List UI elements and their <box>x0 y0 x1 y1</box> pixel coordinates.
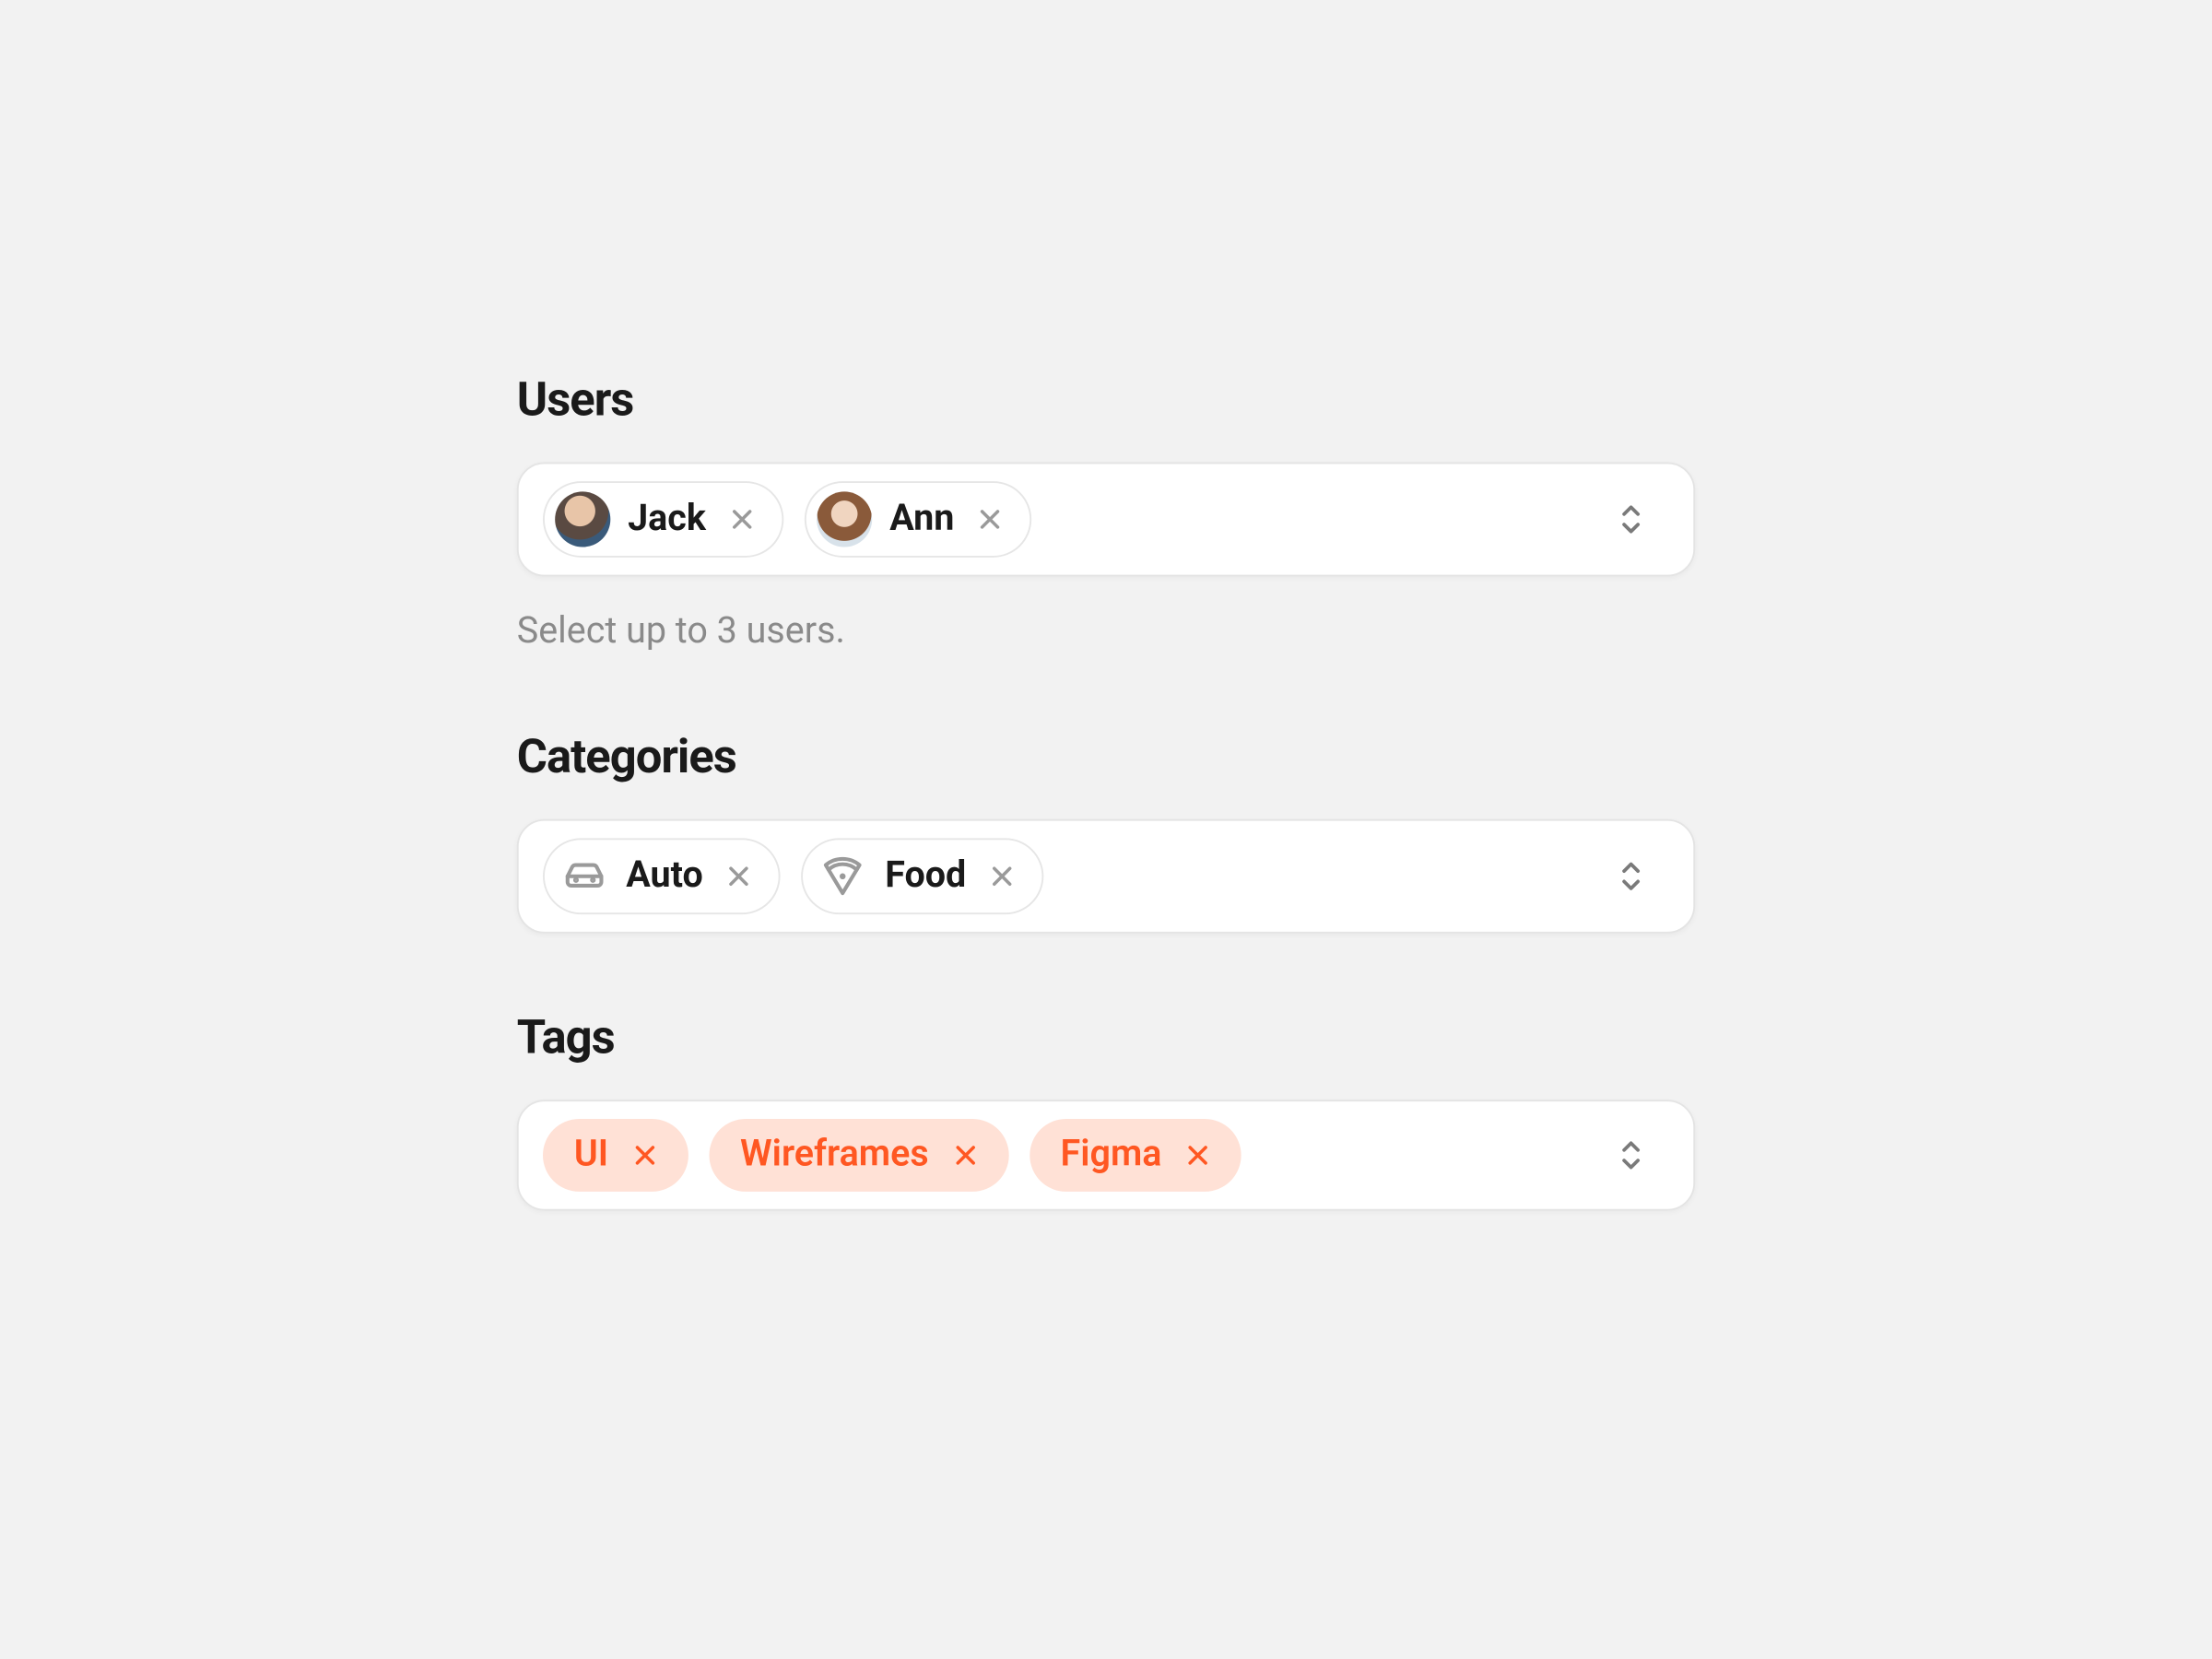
tags-pills: UI Wireframes <box>543 1119 1241 1192</box>
tag-pill-label: UI <box>574 1135 608 1176</box>
tag-pill-label: Wireframes <box>740 1135 929 1176</box>
chevron-up-down-icon <box>1618 500 1645 538</box>
remove-category-auto[interactable] <box>721 857 759 895</box>
users-pills: Jack Ann <box>543 481 1032 558</box>
category-pill-food[interactable]: Food <box>802 838 1044 914</box>
tag-pill-ui[interactable]: UI <box>543 1119 688 1192</box>
categories-pills: Auto <box>543 838 1044 914</box>
category-pill-auto[interactable]: Auto <box>543 838 781 914</box>
tag-pill-wireframes[interactable]: Wireframes <box>709 1119 1008 1192</box>
categories-label: Categories <box>517 729 1695 784</box>
categories-selector-toggle[interactable] <box>1610 849 1652 904</box>
users-label: Users <box>517 372 1695 428</box>
category-pill-label: Food <box>885 855 966 897</box>
tags-selector-toggle[interactable] <box>1610 1127 1652 1182</box>
chevron-up-down-icon <box>1618 1136 1645 1174</box>
avatar-jack <box>555 491 610 547</box>
remove-user-jack[interactable] <box>724 500 761 538</box>
chevron-up-down-icon <box>1618 857 1645 895</box>
users-selector-toggle[interactable] <box>1610 491 1652 547</box>
user-pill-jack[interactable]: Jack <box>543 481 784 558</box>
avatar-ann <box>817 491 872 547</box>
car-icon <box>560 852 609 900</box>
remove-tag-wireframes[interactable] <box>946 1136 983 1174</box>
remove-tag-figma[interactable] <box>1179 1136 1217 1174</box>
close-icon <box>629 1140 661 1171</box>
category-pill-label: Auto <box>626 855 703 897</box>
categories-field: Categories Auto <box>517 729 1695 934</box>
close-icon <box>1182 1140 1214 1171</box>
tags-select[interactable]: UI Wireframes <box>517 1100 1695 1210</box>
tags-label: Tags <box>517 1010 1695 1065</box>
users-select[interactable]: Jack Ann <box>517 462 1695 576</box>
categories-select[interactable]: Auto <box>517 819 1695 934</box>
user-pill-ann[interactable]: Ann <box>805 481 1032 558</box>
remove-category-food[interactable] <box>983 857 1021 895</box>
tags-field: Tags UI Wireframes <box>517 1010 1695 1211</box>
close-icon <box>975 504 1006 535</box>
close-icon <box>949 1140 981 1171</box>
users-field: Users Jack <box>517 372 1695 653</box>
close-icon <box>987 861 1018 892</box>
user-pill-label: Jack <box>628 499 706 540</box>
users-helper-text: Select up to 3 users. <box>517 611 1695 653</box>
remove-user-ann[interactable] <box>971 500 1009 538</box>
pizza-icon <box>819 852 868 900</box>
tag-pill-label: Figma <box>1061 1135 1162 1176</box>
close-icon <box>727 504 759 535</box>
close-icon <box>724 861 755 892</box>
user-pill-label: Ann <box>889 499 954 540</box>
tag-pill-figma[interactable]: Figma <box>1030 1119 1241 1192</box>
remove-tag-ui[interactable] <box>626 1136 664 1174</box>
